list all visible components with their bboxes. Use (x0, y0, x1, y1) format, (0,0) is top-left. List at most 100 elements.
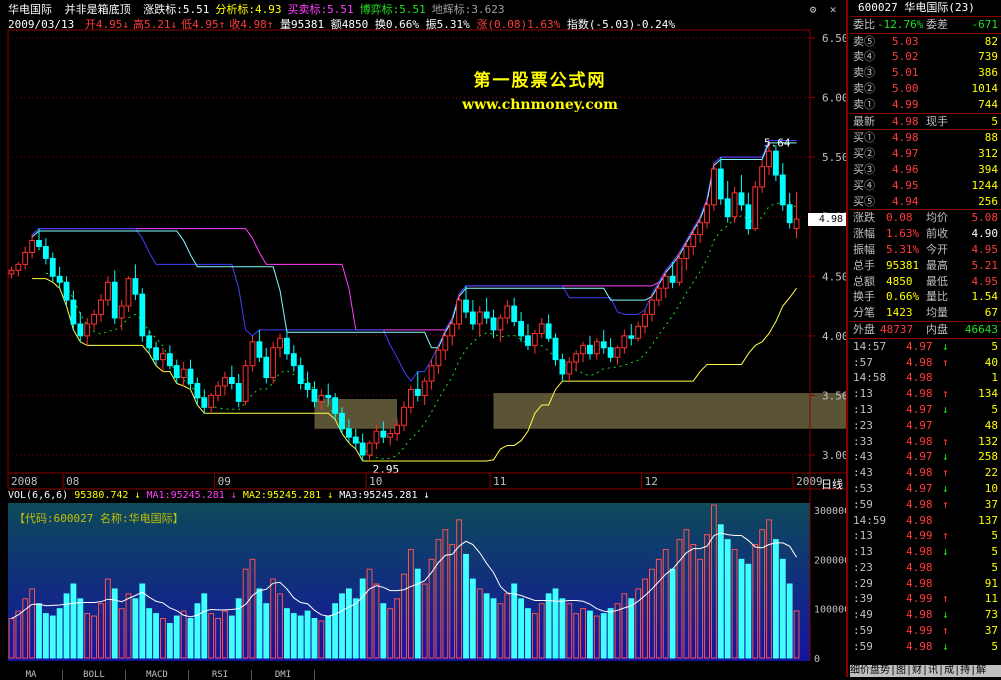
candle-body (215, 385, 221, 396)
volume-bar (380, 603, 387, 659)
date-tick-label: 11 (493, 475, 506, 488)
tab-macd[interactable]: MACD (126, 670, 189, 680)
outer-label: 外盘 (853, 322, 875, 336)
volume-bar (132, 598, 139, 659)
tab-boll[interactable]: BOLL (63, 670, 126, 680)
sell-volume: 1014 (971, 81, 999, 95)
volume-bar (518, 598, 524, 659)
volume-tick-label: 200000 (814, 555, 846, 566)
candle-body (545, 323, 552, 339)
latest-row: 最新 4.98 现手 5 (850, 114, 1001, 131)
tab-dmi[interactable]: DMI (252, 670, 315, 680)
candle-body (277, 337, 283, 349)
candle-body (166, 353, 173, 367)
volume-bar (153, 613, 159, 659)
tab-ma[interactable]: MA (0, 670, 63, 680)
volume-panel-background (8, 503, 810, 661)
footer-tabs: 细价盘势|图|财|讯|成|持|解 (850, 665, 987, 676)
candle-body (669, 275, 676, 283)
candle-body (587, 344, 593, 355)
stat-label: 最高 (926, 258, 948, 272)
sell-volume: 744 (978, 97, 998, 111)
candle-body (786, 204, 793, 224)
tab-rsi[interactable]: RSI (189, 670, 252, 680)
volume-bar (717, 524, 724, 659)
sell-label: 卖① (853, 97, 875, 111)
volume-bar (290, 613, 297, 659)
tick-price: 4.97 (906, 418, 933, 432)
stat-label: 总额 (853, 274, 875, 288)
candle-body (352, 436, 359, 444)
volume-bar (146, 608, 153, 659)
sell-level-3: 卖③ 5.01 386 (850, 65, 1001, 81)
candle-body (621, 335, 628, 349)
candle-body (132, 278, 139, 295)
volume-bar (745, 563, 752, 659)
candle-body (628, 335, 635, 339)
candle-body (235, 383, 242, 402)
tick-time: :29 (853, 576, 873, 590)
candle-body (717, 168, 724, 200)
candle-body (711, 168, 717, 206)
tick-arrow: ↓ (942, 450, 949, 464)
tick-volume: 40 (984, 355, 998, 369)
candle-body (297, 365, 304, 385)
price-tick-label: 3.50 (822, 389, 846, 402)
volume-bar (49, 615, 56, 659)
gear-icon[interactable]: ⚙ (806, 3, 820, 17)
candle-body (173, 365, 180, 379)
sell-level-4: 卖④ 5.02 739 (850, 49, 1001, 65)
stat-label: 前收 (926, 227, 948, 241)
volume-bar (463, 553, 469, 659)
stat-label: 振幅 (853, 242, 875, 256)
stat-value: 5.21 (971, 258, 999, 272)
sell-price: 5.03 (892, 34, 919, 48)
candle-body (91, 313, 97, 325)
volume-bar (201, 593, 208, 659)
buy-label: 买③ (853, 162, 875, 176)
volume-bar (173, 615, 180, 659)
line-yellow (32, 278, 797, 462)
volume-bar (77, 598, 84, 659)
sell-price: 4.99 (892, 97, 919, 111)
volume-bar (139, 583, 146, 659)
tick-time: :43 (853, 466, 873, 480)
candle-body (690, 234, 697, 247)
stat-value: 67 (984, 306, 998, 320)
line-cyan (31, 142, 797, 349)
volume-bar (228, 615, 235, 659)
sell-level-2: 卖② 5.00 1014 (850, 81, 1001, 97)
sell-level-1: 卖① 4.99 744 (850, 97, 1001, 114)
chart-canvas[interactable]: 5.642.95 6.506.005.505.004.504.003.503.0… (0, 0, 846, 677)
candle-body (538, 323, 545, 334)
stat-label: 均量 (926, 306, 948, 320)
candle-body (249, 341, 256, 367)
period-label[interactable]: 日线 (821, 476, 843, 492)
candle-body (745, 204, 752, 230)
inner-value: 46643 (964, 322, 998, 336)
stat-value: 0.66% (886, 290, 920, 304)
sell-label: 卖③ (853, 66, 875, 80)
tick-price: 4.98 (906, 387, 933, 401)
volume-bar (297, 615, 304, 659)
candle-body (731, 192, 738, 218)
stat-label: 今开 (926, 242, 948, 256)
vol-value: 95380.742 ↓ (74, 490, 141, 501)
sell-price: 5.01 (892, 66, 919, 80)
weicha-value: -671 (971, 17, 999, 31)
candle-body (146, 335, 153, 349)
tick-volume: 5 (991, 339, 998, 353)
line-magenta (31, 139, 797, 331)
candle-body (104, 281, 111, 301)
candle-body (228, 377, 235, 385)
volume-bar (284, 608, 290, 659)
stat-label: 量比 (926, 290, 948, 304)
candle-body (194, 383, 201, 399)
date-tick-label: 09 (218, 475, 231, 488)
volume-bar (607, 608, 614, 659)
candle-body (483, 311, 490, 319)
tick-row: :13 4.99 ↑ 5 (850, 528, 1001, 544)
candle-body (607, 347, 614, 358)
close-icon[interactable]: ✕ (826, 3, 840, 17)
volume-bar (36, 603, 42, 659)
